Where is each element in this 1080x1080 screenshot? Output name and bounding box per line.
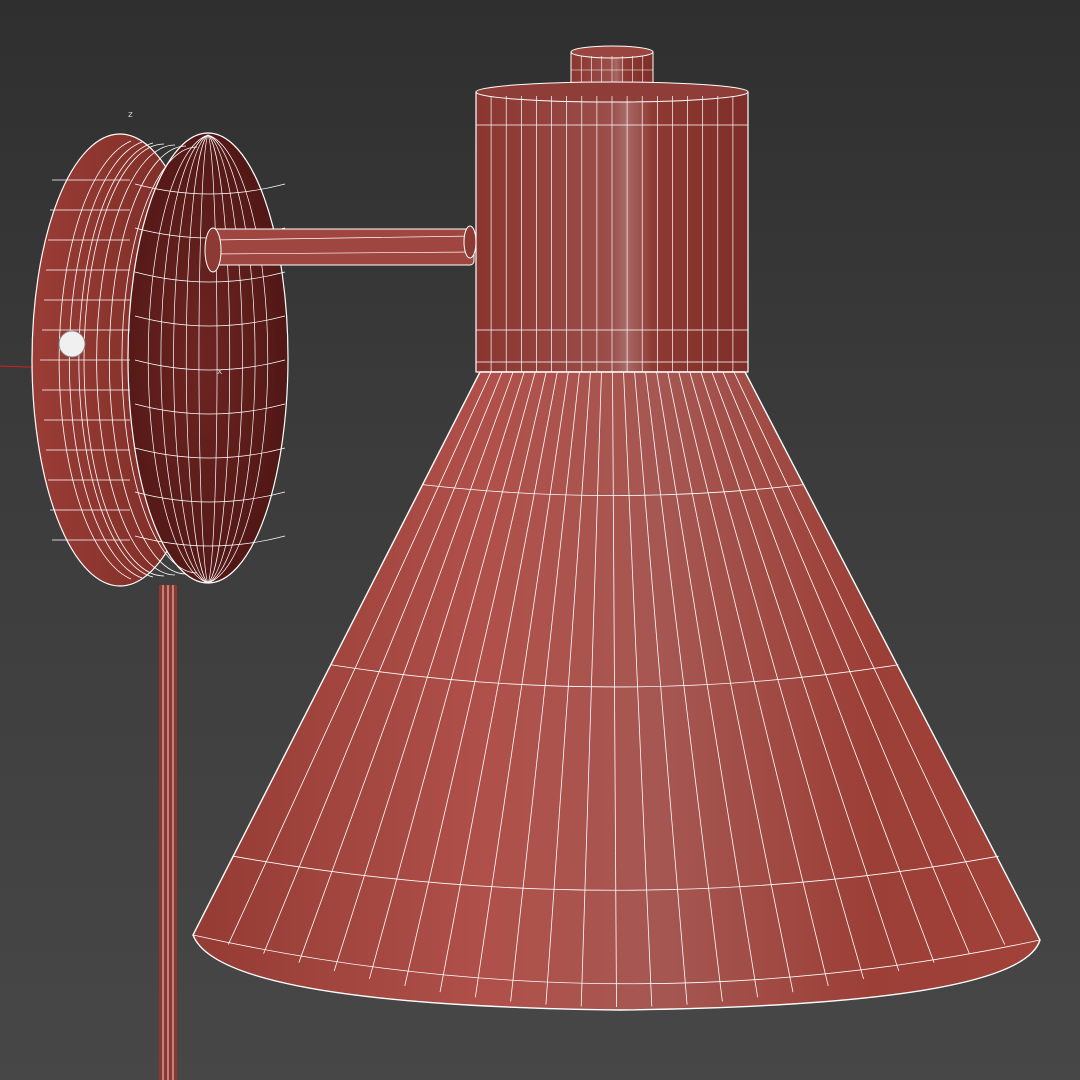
z-axis-label: z [128, 110, 133, 120]
pivot-gizmo [58, 330, 86, 358]
x-axis-label: x [217, 367, 223, 377]
power-cord [159, 585, 177, 1080]
3d-viewport[interactable]: z x [0, 0, 1080, 1080]
wall-plate [31, 132, 289, 587]
wall-lamp-model[interactable] [0, 0, 1080, 1080]
lamp-head-cylinder [475, 81, 749, 373]
lamp-arm [204, 225, 477, 273]
lamp-shade [192, 371, 1041, 1011]
